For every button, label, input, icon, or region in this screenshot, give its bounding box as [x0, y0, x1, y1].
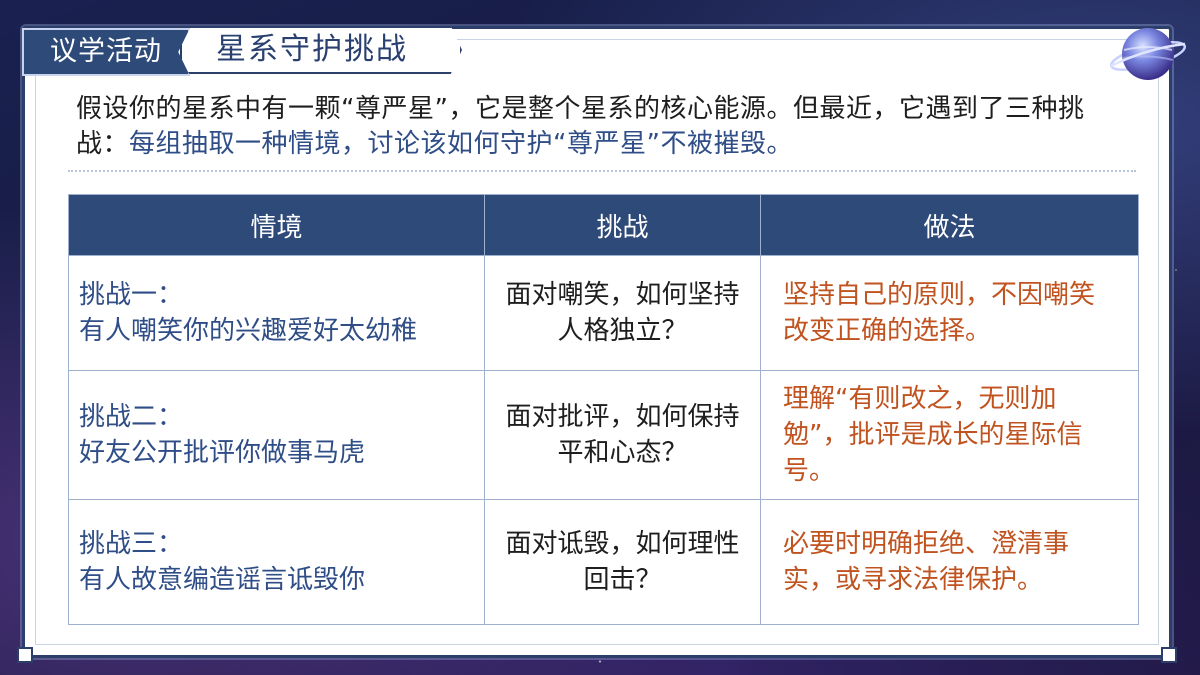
- situation-title: 挑战一：: [79, 280, 184, 310]
- table-row: 挑战一： 有人嘲笑你的兴趣爱好太幼稚 面对嘲笑，如何坚持人格独立？ 坚持自己的原…: [68, 255, 1139, 371]
- situation-desc: 有人故意编造谣言诋毁你: [79, 565, 366, 595]
- card-corner-ornament: [17, 647, 33, 663]
- header-challenge: 挑战: [484, 194, 761, 256]
- header-situation: 情境: [68, 194, 485, 256]
- table-row: 挑战三： 有人故意编造谣言诋毁你 面对诋毁，如何理性回击？ 必要时明确拒绝、澄清…: [68, 499, 1139, 625]
- situation-title: 挑战三：: [79, 529, 184, 559]
- page-title: 星系守护挑战: [180, 26, 462, 74]
- challenge-cell: 面对嘲笑，如何坚持人格独立？: [484, 255, 761, 371]
- challenge-cell: 面对批评，如何保持平和心态？: [484, 370, 761, 500]
- situation-desc: 有人嘲笑你的兴趣爱好太幼稚: [79, 316, 418, 346]
- dotted-divider: [68, 170, 1136, 172]
- table-header-row: 情境 挑战 做法: [68, 194, 1139, 256]
- intro-task-text: 每组抽取一种情境，讨论该如何守护“尊严星”不被摧毁。: [129, 129, 793, 159]
- situation-cell: 挑战三： 有人故意编造谣言诋毁你: [68, 499, 485, 625]
- challenge-cell: 面对诋毁，如何理性回击？: [484, 499, 761, 625]
- situation-title: 挑战二：: [79, 402, 184, 432]
- planet-icon: [1109, 28, 1187, 80]
- card-corner-ornament: [1161, 647, 1177, 663]
- situation-cell: 挑战一： 有人嘲笑你的兴趣爱好太幼稚: [68, 255, 485, 371]
- method-cell: 理解“有则改之，无则加勉”，批评是成长的星际信号。: [760, 370, 1139, 500]
- challenge-table: 情境 挑战 做法 挑战一： 有人嘲笑你的兴趣爱好太幼稚 面对嘲笑，如何坚持人格独…: [68, 194, 1139, 625]
- intro-paragraph: 假设你的星系中有一颗“尊严星”，它是整个星系的核心能源。但最近，它遇到了三种挑战…: [76, 92, 1136, 162]
- method-cell: 坚持自己的原则，不因嘲笑改变正确的选择。: [760, 255, 1139, 371]
- method-cell: 必要时明确拒绝、澄清事实，或寻求法律保护。: [760, 499, 1139, 625]
- situation-desc: 好友公开批评你做事马虎: [79, 438, 366, 468]
- activity-tag: 议学活动: [22, 28, 190, 76]
- situation-cell: 挑战二： 好友公开批评你做事马虎: [68, 370, 485, 500]
- table-row: 挑战二： 好友公开批评你做事马虎 面对批评，如何保持平和心态？ 理解“有则改之，…: [68, 370, 1139, 500]
- header-method: 做法: [760, 194, 1139, 256]
